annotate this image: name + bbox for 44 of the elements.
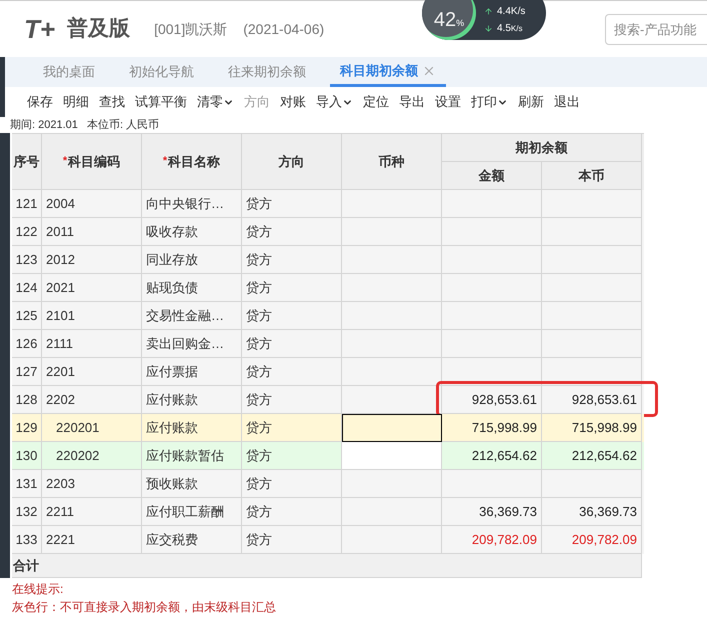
- toolbar-button[interactable]: 设置: [435, 92, 461, 112]
- download-speed: 4.5K/s: [497, 22, 522, 36]
- tip-text: 灰色行：不可直接录入期初余额，由末级科目汇总: [12, 599, 277, 616]
- tab[interactable]: 科目期初余额: [330, 57, 446, 87]
- period-info: 期间: 2021.01 本位币: 人民币: [9, 118, 160, 133]
- percent-unit: %: [456, 16, 464, 30]
- toolbar-button[interactable]: 打印: [471, 92, 508, 112]
- table-row[interactable]: 132 2211 应付职工薪酬 贷方 36,369.73 36,369.73: [12, 498, 644, 526]
- toolbar-button[interactable]: 退出: [554, 92, 580, 112]
- table-row[interactable]: 124 2021 贴现负债 贷方: [12, 274, 644, 302]
- tips-title: 在线提示:: [12, 581, 64, 598]
- table-row[interactable]: 130 220202 应付账款暂估 贷方 212,654.62 212,654.62: [12, 442, 644, 470]
- percent-value: 42: [434, 10, 456, 30]
- search-field[interactable]: 搜索-产品功能: [605, 14, 707, 45]
- upload-speed: 4.4K/s: [497, 5, 526, 19]
- column-group-header: 期初余额: [442, 134, 642, 162]
- table-row[interactable]: 128 2202 应付账款 贷方 928,653.61 928,653.61: [12, 386, 644, 414]
- table-row[interactable]: 125 2101 交易性金融… 贷方: [12, 302, 644, 330]
- toolbar-button[interactable]: 保存: [27, 92, 53, 112]
- company-name: [001]凯沃斯: [154, 20, 228, 39]
- logo-text: 普及版: [67, 16, 130, 42]
- toolbar-button[interactable]: 刷新: [518, 92, 544, 112]
- table-row[interactable]: 129 220201 应付账款 贷方 715,998.99 715,998.99: [12, 414, 644, 442]
- table-row[interactable]: 123 2012 同业存放 贷方: [12, 246, 644, 274]
- toolbar-button[interactable]: 导出: [399, 92, 425, 112]
- total-label: 合计: [12, 554, 642, 578]
- table-row[interactable]: 126 2111 卖出回购金… 贷方: [12, 330, 644, 358]
- toolbar-button[interactable]: 明细: [63, 92, 89, 112]
- table-row[interactable]: 131 2203 预收账款 贷方: [12, 470, 644, 498]
- date-text: (2021-04-06): [243, 20, 324, 39]
- toolbar-button[interactable]: 导入: [316, 92, 353, 112]
- toolbar-button[interactable]: 查找: [99, 92, 125, 112]
- table-row[interactable]: 121 2004 向中央银行… 贷方: [12, 190, 644, 218]
- logo-mark: T+: [24, 12, 56, 46]
- currency-cell[interactable]: [342, 414, 442, 442]
- toolbar-button[interactable]: 清零: [197, 92, 234, 112]
- toolbar-button[interactable]: 定位: [363, 92, 389, 112]
- table-row[interactable]: 122 2011 吸收存款 贷方: [12, 218, 644, 246]
- toolbar-button[interactable]: 对账: [280, 92, 306, 112]
- upload-icon: [484, 7, 493, 16]
- toolbar-button[interactable]: 试算平衡: [135, 92, 187, 112]
- table-row[interactable]: 127 2201 应付票据 贷方: [12, 358, 644, 386]
- download-icon: [484, 24, 493, 33]
- table-row[interactable]: 133 2221 应交税费 贷方 209,782.09 209,782.09: [12, 526, 644, 554]
